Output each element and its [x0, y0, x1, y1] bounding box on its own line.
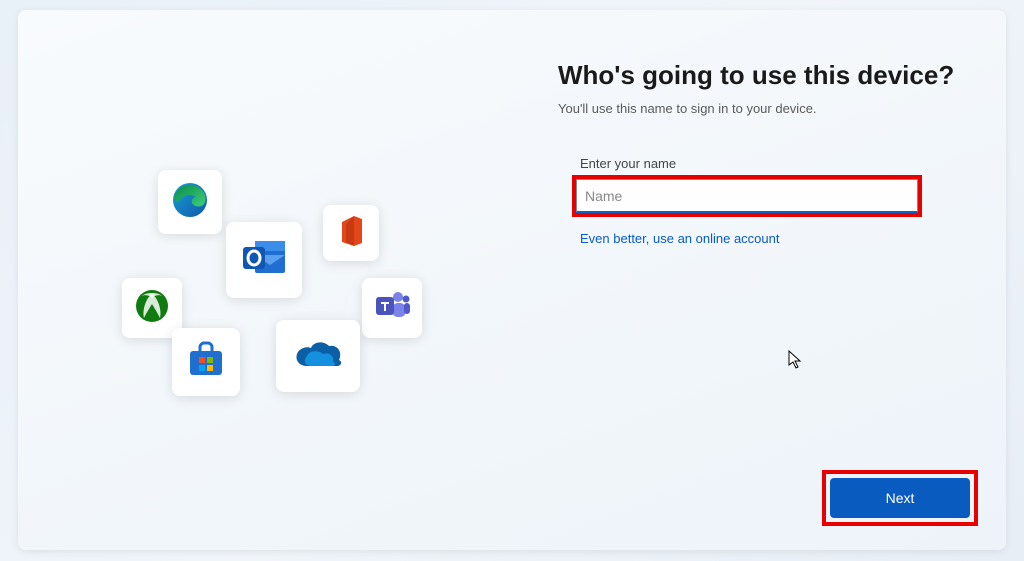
outlook-icon — [241, 237, 287, 284]
name-input-highlight — [572, 175, 922, 217]
mouse-cursor-icon — [788, 350, 804, 370]
store-tile — [172, 328, 240, 396]
use-online-account-link[interactable]: Even better, use an online account — [580, 231, 779, 246]
oobe-setup-window: Who's going to use this device? You'll u… — [18, 10, 1006, 550]
next-button-highlight: Next — [822, 470, 978, 526]
name-input[interactable] — [576, 179, 918, 213]
onedrive-icon — [291, 336, 345, 377]
xbox-tile — [122, 278, 182, 338]
app-tiles-cluster — [118, 160, 448, 440]
name-field-label: Enter your name — [580, 156, 978, 171]
page-title: Who's going to use this device? — [558, 60, 978, 91]
next-button[interactable]: Next — [830, 478, 970, 518]
office-icon — [336, 214, 366, 253]
onedrive-tile — [276, 320, 360, 392]
edge-tile — [158, 170, 222, 234]
teams-tile — [362, 278, 422, 338]
store-icon — [186, 341, 226, 384]
account-form: Who's going to use this device? You'll u… — [558, 60, 978, 248]
office-tile — [323, 205, 379, 261]
xbox-icon — [134, 288, 170, 329]
edge-icon — [170, 180, 210, 225]
page-subtitle: You'll use this name to sign in to your … — [558, 101, 978, 116]
outlook-tile — [226, 222, 302, 298]
teams-icon — [374, 289, 410, 328]
